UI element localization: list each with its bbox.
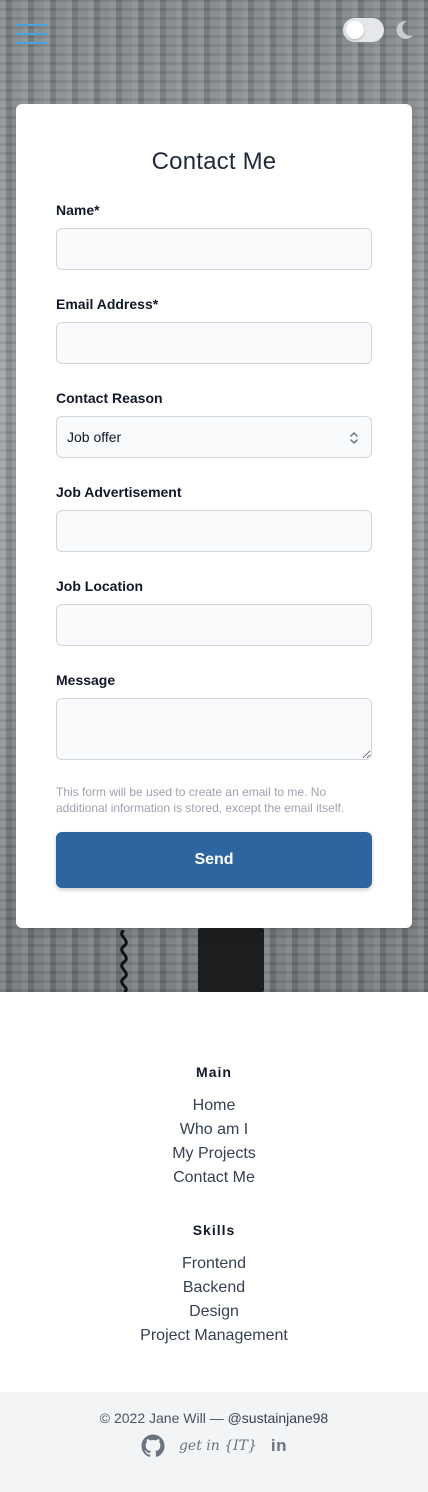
send-button[interactable]: Send [56,832,372,888]
social-links: get in {IT} in [0,1434,428,1458]
form-title: Contact Me [151,148,277,175]
linkedin-icon[interactable]: in [271,1436,287,1456]
getin-it-link[interactable]: get in {IT} [179,1438,257,1454]
job-location-input[interactable] [56,604,372,646]
name-input[interactable] [56,228,372,270]
contact-reason-select[interactable]: Job offer [56,416,372,458]
job-advertisement-label: Job Advertisement [56,484,182,500]
moon-icon [396,20,413,39]
nav-link-home[interactable]: Home [0,1094,428,1118]
theme-toggle[interactable] [343,18,384,42]
handle-link[interactable]: @sustainjane98 [228,1410,329,1426]
phone-cord [120,930,128,992]
copyright: © 2022 Jane Will — @sustainjane98 [0,1410,428,1426]
toggle-knob [346,21,364,39]
contact-form-card: Contact Me Name* Email Address* Contact … [16,104,412,928]
bottom-bar: © 2022 Jane Will — @sustainjane98 get in… [0,1392,428,1492]
contact-reason-label: Contact Reason [56,390,163,406]
nav-link-project-management[interactable]: Project Management [0,1324,428,1348]
hamburger-icon[interactable] [16,24,48,48]
github-icon[interactable] [141,1434,165,1458]
job-advertisement-input[interactable] [56,510,372,552]
skills-heading: Skills [192,1222,236,1238]
main-nav-group: Main Home Who am I My Projects Contact M… [0,1064,428,1190]
email-label: Email Address* [56,296,159,312]
nav-link-who-am-i[interactable]: Who am I [0,1118,428,1142]
contact-reason-value: Job offer [67,429,122,445]
copyright-text: © 2022 Jane Will — [99,1410,228,1426]
job-location-label: Job Location [56,578,144,594]
name-label: Name* [56,202,100,218]
skills-nav-group: Skills Frontend Backend Design Project M… [0,1222,428,1348]
nav-link-my-projects[interactable]: My Projects [0,1142,428,1166]
nav-link-backend[interactable]: Backend [0,1276,428,1300]
nav-link-design[interactable]: Design [0,1300,428,1324]
message-label: Message [56,672,116,688]
footer-nav: Main Home Who am I My Projects Contact M… [0,1064,428,1348]
nav-link-frontend[interactable]: Frontend [0,1252,428,1276]
chevron-updown-icon [350,431,358,445]
phone-image [198,928,264,992]
message-textarea[interactable] [56,698,372,760]
main-heading: Main [196,1064,232,1080]
form-note: This form will be used to create an emai… [56,785,345,815]
nav-link-contact-me[interactable]: Contact Me [0,1166,428,1190]
email-input[interactable] [56,322,372,364]
